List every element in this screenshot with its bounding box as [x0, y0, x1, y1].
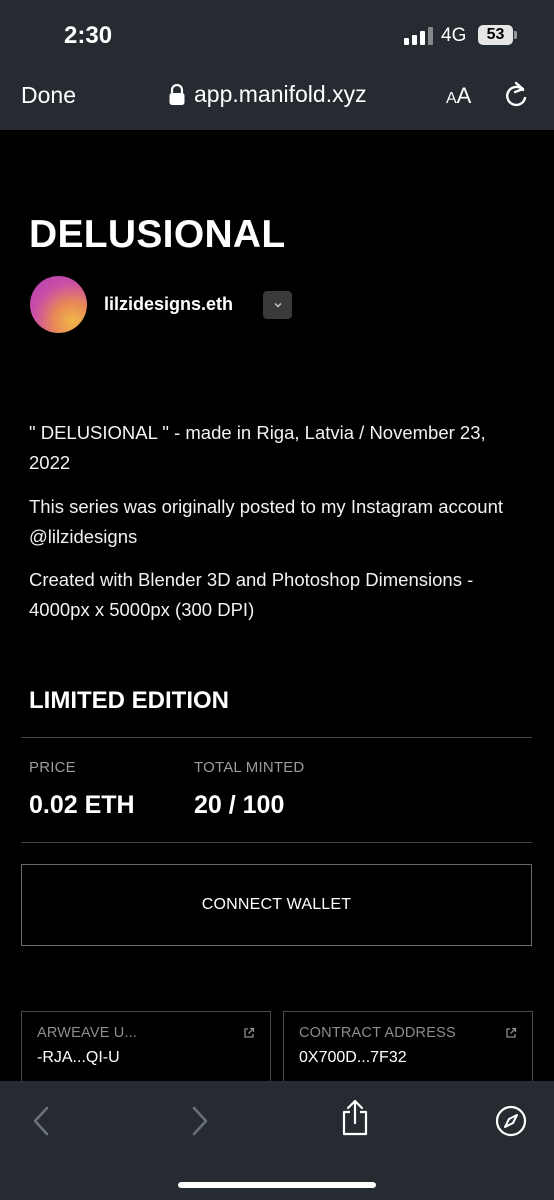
status-bar: 2:30 4G 53: [0, 0, 554, 62]
compass-icon[interactable]: [495, 1105, 527, 1137]
back-icon[interactable]: [31, 1105, 51, 1137]
contract-value: 0X700D...7F32: [299, 1049, 407, 1066]
edition-heading: LIMITED EDITION: [29, 687, 229, 714]
external-link-icon[interactable]: [243, 1027, 255, 1039]
network-type: 4G: [441, 25, 467, 46]
total-minted-label: TOTAL MINTED: [194, 759, 305, 776]
external-link-icon[interactable]: [505, 1027, 517, 1039]
browser-nav-bar: Done app.manifold.xyz AA: [0, 62, 554, 130]
text-size-small: A: [446, 90, 457, 107]
battery-tip: [514, 31, 517, 39]
share-icon[interactable]: [339, 1099, 371, 1137]
description-paragraph: This series was originally posted to my …: [29, 496, 504, 547]
status-time: 2:30: [64, 22, 113, 49]
signal-strength-icon: [404, 27, 433, 45]
text-size-large: A: [456, 83, 472, 108]
arweave-value: -RJA...QI-U: [37, 1049, 120, 1066]
description-paragraph: Created with Blender 3D and Photoshop Di…: [29, 569, 474, 620]
address-bar[interactable]: app.manifold.xyz: [168, 81, 367, 108]
contract-address-card[interactable]: CONTRACT ADDRESS 0X700D...7F32: [283, 1011, 533, 1086]
connect-wallet-button[interactable]: CONNECT WALLET: [21, 864, 532, 946]
chevron-down-icon: [274, 303, 281, 308]
divider: [21, 737, 532, 738]
creator-name[interactable]: lilzidesigns.eth: [104, 294, 233, 315]
url-text: app.manifold.xyz: [194, 81, 367, 107]
reload-icon[interactable]: [503, 81, 529, 109]
divider: [21, 842, 532, 843]
done-button[interactable]: Done: [21, 82, 76, 109]
creator-avatar[interactable]: [30, 276, 87, 333]
total-minted-value: 20 / 100: [194, 791, 285, 819]
arweave-uri-card[interactable]: ARWEAVE U... -RJA...QI-U: [21, 1011, 271, 1086]
price-label: PRICE: [29, 759, 76, 776]
battery-icon: 53: [478, 25, 513, 45]
page-title: DELUSIONAL: [29, 213, 286, 256]
text-size-button[interactable]: AA: [446, 83, 471, 109]
battery-level: 53: [486, 26, 505, 43]
price-value: 0.02 ETH: [29, 791, 135, 819]
arweave-label: ARWEAVE U...: [37, 1025, 138, 1041]
description-paragraph: " DELUSIONAL " - made in Riga, Latvia / …: [29, 422, 486, 473]
forward-icon[interactable]: [190, 1105, 210, 1137]
lock-icon: [169, 83, 185, 105]
contract-label: CONTRACT ADDRESS: [299, 1025, 456, 1041]
home-indicator[interactable]: [178, 1182, 376, 1188]
creator-dropdown-button[interactable]: [263, 291, 292, 319]
